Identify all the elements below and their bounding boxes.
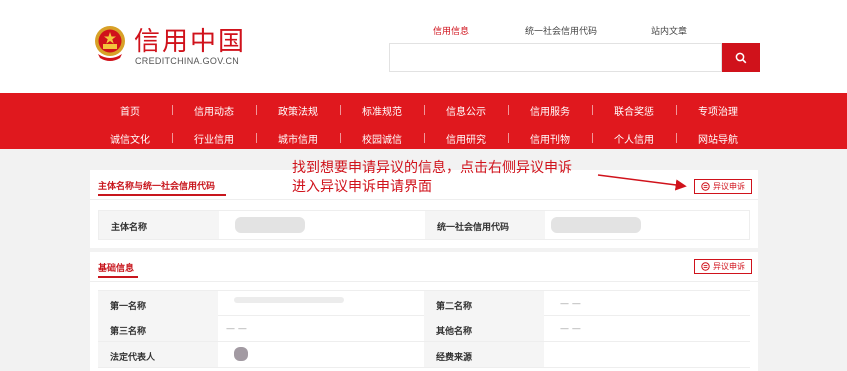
nav-divider [424,133,425,143]
card-title: 基础信息 [98,264,135,274]
field-label: 第二名称 [436,302,473,312]
search-input[interactable] [389,43,722,72]
nav-item-culture[interactable]: 诚信文化 [88,131,172,146]
redacted-value [234,297,344,303]
basic-info-card: 基础信息 异议申诉 第一名称 第二名称 — — 第三名称 — — 其他名称 — … [90,252,758,371]
nav-item-personal[interactable]: 个人信用 [592,131,676,146]
field-label: 主体名称 [111,223,148,233]
nav-item-research[interactable]: 信用研究 [424,131,508,146]
redacted-value [234,347,248,361]
tab-credit-code[interactable]: 统一社会信用代码 [525,24,597,37]
appeal-button-label: 异议申诉 [713,262,745,271]
site-header: 信用中国 CREDITCHINA.GOV.CN 信用信息 统一社会信用代码 站内… [0,0,847,93]
search-button[interactable] [722,43,760,72]
nav-item-credit-service[interactable]: 信用服务 [508,103,592,118]
nav-divider [256,133,257,143]
field-label: 第一名称 [110,302,147,312]
tab-site-articles[interactable]: 站内文章 [651,24,687,37]
nav-item-standards[interactable]: 标准规范 [340,103,424,118]
search-icon [735,52,747,63]
annotation-line-2: 进入异议申诉申请界面 [292,179,432,195]
nav-item-industry[interactable]: 行业信用 [172,131,256,146]
redacted-value [235,217,305,233]
info-row: 法定代表人 经费来源 [98,342,750,368]
nav-item-sitemap[interactable]: 网站导航 [676,131,760,146]
nav-divider [676,133,677,143]
appeal-icon [701,182,710,191]
entity-name-row: 主体名称 统一社会信用代码 [98,210,750,240]
tab-credit-info[interactable]: 信用信息 [433,24,469,37]
tutorial-annotation: 找到想要申请异议的信息，点击右侧异议申诉 进入异议申诉申请界面 [292,159,572,197]
nav-item-city[interactable]: 城市信用 [256,131,340,146]
nav-item-credit-news[interactable]: 信用动态 [172,103,256,118]
annotation-line-1: 找到想要申请异议的信息，点击右侧异议申诉 [292,160,572,176]
nav-divider [592,133,593,143]
basic-info-card-header: 基础信息 异议申诉 [90,252,758,282]
info-row: 第三名称 — — 其他名称 — — [98,316,750,342]
appeal-icon [701,262,710,271]
appeal-button[interactable]: 异议申诉 [694,179,752,194]
nav-item-campus[interactable]: 校园诚信 [340,131,424,146]
field-value: — — [560,299,581,309]
national-emblem-logo[interactable] [92,24,128,62]
title-underline [98,194,226,196]
field-value: — — [560,324,581,334]
field-label: 法定代表人 [110,353,156,363]
nav-divider [592,105,593,115]
nav-divider [172,133,173,143]
nav-divider [172,105,173,115]
nav-divider [340,105,341,115]
nav-divider [424,105,425,115]
nav-item-governance[interactable]: 专项治理 [676,103,760,118]
site-logo-subtitle: CREDITCHINA.GOV.CN [135,56,240,66]
field-label: 其他名称 [436,327,473,337]
nav-divider [256,105,257,115]
title-underline [98,276,138,278]
nav-item-policies[interactable]: 政策法规 [256,103,340,118]
nav-item-disclosure[interactable]: 信息公示 [424,103,508,118]
field-label: 统一社会信用代码 [437,223,510,233]
nav-item-home[interactable]: 首页 [88,103,172,118]
nav-divider [508,105,509,115]
appeal-button-label: 异议申诉 [713,182,745,191]
card-title: 主体名称与统一社会信用代码 [98,182,216,192]
info-row: 第一名称 第二名称 — — [98,290,750,316]
nav-divider [340,133,341,143]
site-logo-title[interactable]: 信用中国 [134,21,246,58]
field-value: — — [226,324,247,334]
nav-divider [508,133,509,143]
appeal-button[interactable]: 异议申诉 [694,259,752,274]
redacted-value [551,217,641,233]
search-tabs: 信用信息 统一社会信用代码 站内文章 [390,24,760,38]
nav-item-rewards[interactable]: 联合奖惩 [592,103,676,118]
field-label: 第三名称 [110,327,147,337]
main-nav: 首页 信用动态 政策法规 标准规范 信息公示 信用服务 联合奖惩 专项治理 诚信… [0,93,847,149]
nav-item-publications[interactable]: 信用刊物 [508,131,592,146]
field-label: 经费来源 [436,353,473,363]
nav-divider [676,105,677,115]
